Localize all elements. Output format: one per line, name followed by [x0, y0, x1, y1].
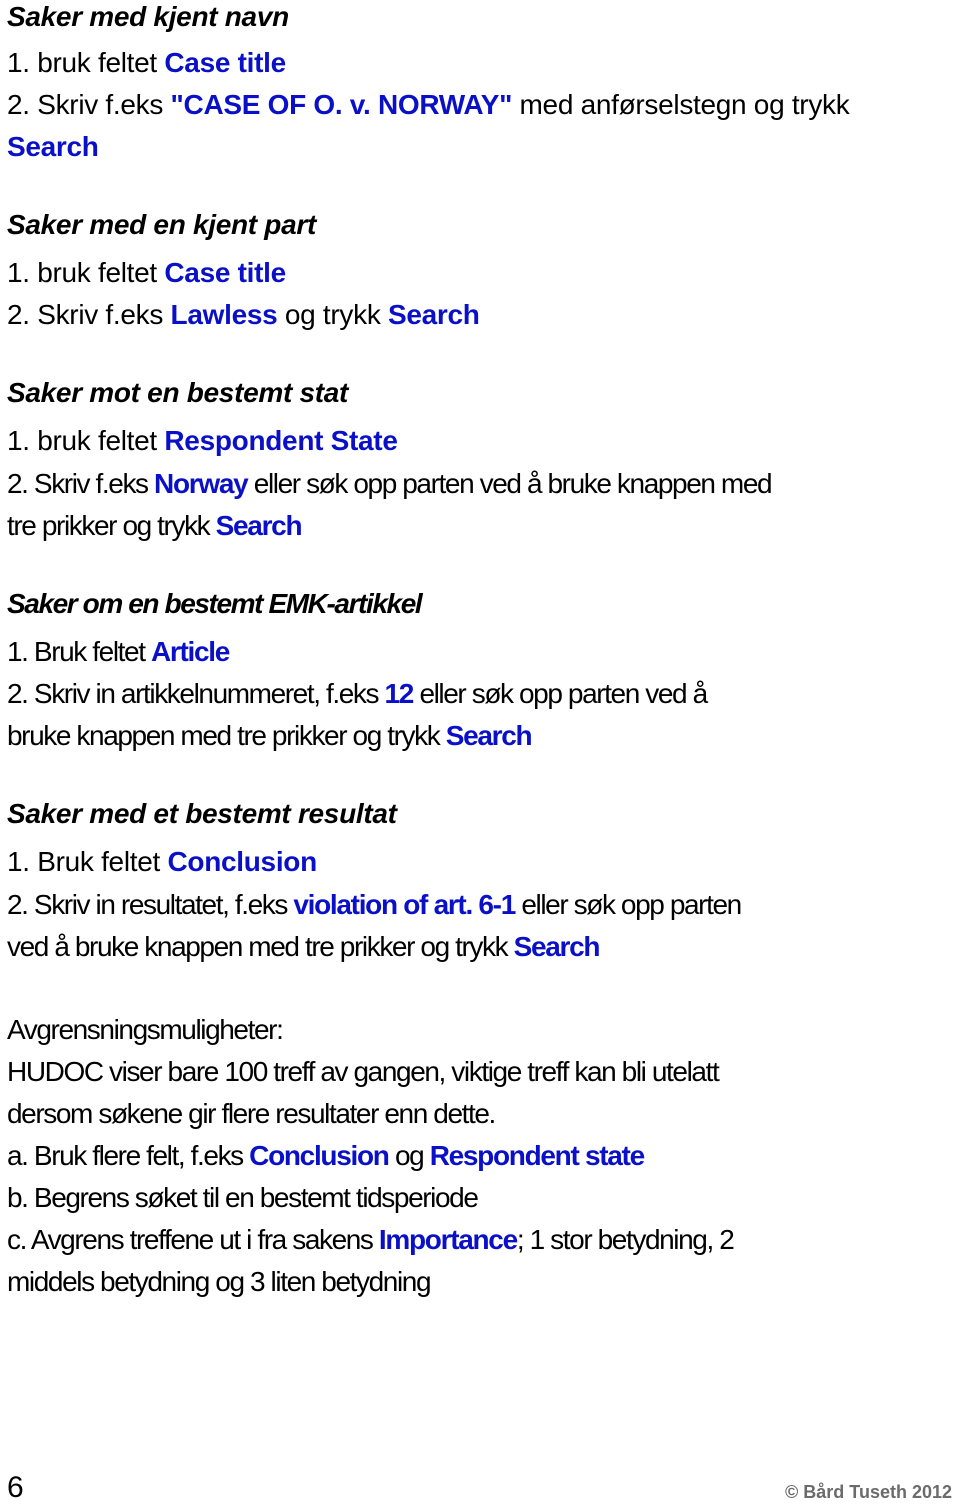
section-heading: Saker med kjent navn	[7, 1, 289, 32]
instruction-line: tre prikker og trykk Search	[7, 505, 303, 547]
text-run: eller søk opp parten	[514, 889, 742, 920]
text-run: ; 1 stor betydning, 2	[516, 1224, 735, 1255]
field-name-highlight: Norway	[154, 468, 249, 499]
text-run: og	[388, 1140, 430, 1171]
text-run: ved å bruke knappen med tre prikker og t…	[7, 931, 514, 962]
instruction-line: 2. Skriv f.eks Lawless og trykk Search	[7, 294, 480, 336]
text-run: b. Begrens søket til en bestemt tidsperi…	[7, 1182, 479, 1213]
text-run: bruke knappen med tre prikker og trykk	[7, 720, 446, 751]
instruction-line: 1. bruk feltet Case title	[7, 42, 286, 84]
limits-line: b. Begrens søket til en bestemt tidsperi…	[7, 1177, 479, 1219]
copyright-notice: © Bård Tuseth 2012	[785, 1482, 952, 1502]
instruction-line: 2. Skriv f.eks "CASE OF O. v. NORWAY" me…	[7, 84, 850, 126]
instruction-line: 1. Bruk feltet Article	[7, 631, 230, 673]
instruction-line: Search	[7, 126, 99, 168]
text-run: tre prikker og trykk	[7, 510, 216, 541]
instruction-line: 2. Skriv f.eks Norway eller søk opp part…	[7, 463, 773, 505]
text-run: 1. bruk feltet	[7, 425, 165, 456]
instruction-line: 1. Bruk feltet Conclusion	[7, 841, 317, 883]
section-heading: Saker mot en bestemt stat	[7, 377, 349, 408]
text-run: 2. Skriv f.eks	[7, 89, 171, 120]
field-name-highlight: Search	[215, 510, 303, 541]
field-name-highlight: 12	[384, 678, 415, 709]
section-heading: Saker med et bestemt resultat	[7, 798, 397, 829]
instruction-line: 1. bruk feltet Case title	[7, 252, 286, 294]
field-name-highlight: "CASE OF O. v. NORWAY"	[170, 89, 513, 120]
field-name-highlight: Article	[150, 636, 230, 667]
text-run: middels betydning og 3 liten betydning	[7, 1266, 432, 1297]
field-name-highlight: Respondent state	[429, 1140, 645, 1171]
limits-line: middels betydning og 3 liten betydning	[7, 1261, 432, 1303]
field-name-highlight: Search	[513, 931, 601, 962]
field-name-highlight: Conclusion	[167, 846, 317, 877]
limits-line: dersom søkene gir flere resultater enn d…	[7, 1093, 496, 1135]
field-name-highlight: violation of art. 6-1	[293, 889, 516, 920]
text-run: eller søk opp parten ved å bruke knappen…	[247, 468, 773, 499]
text-run: eller søk opp parten ved å	[413, 678, 708, 709]
text-run: og trykk	[277, 299, 388, 330]
text-run: c. Avgrens treffene ut i fra sakens	[7, 1224, 379, 1255]
text-run: 2. Skriv in resultatet, f.eks	[7, 889, 294, 920]
field-name-highlight: Lawless	[170, 299, 278, 330]
field-name-highlight: Case title	[164, 257, 286, 288]
text-run: 1. bruk feltet	[7, 257, 165, 288]
section-heading: Saker med en kjent part	[7, 209, 317, 240]
text-run: Avgrensningsmuligheter:	[7, 1014, 284, 1045]
instruction-line: 2. Skriv in resultatet, f.eks violation …	[7, 884, 742, 926]
section-heading: Saker om en bestemt EMK-artikkel	[7, 588, 423, 619]
field-name-highlight: Search	[388, 299, 480, 330]
limits-line: HUDOC viser bare 100 treff av gangen, vi…	[7, 1051, 720, 1093]
text-run: HUDOC viser bare 100 treff av gangen, vi…	[7, 1056, 720, 1087]
text-run: 2. Skriv in artikkelnummeret, f.eks	[7, 678, 385, 709]
text-run: 1. bruk feltet	[7, 47, 165, 78]
text-run: dersom søkene gir flere resultater enn d…	[7, 1098, 496, 1129]
page-number: 6	[7, 1471, 24, 1504]
field-name-highlight: Importance	[378, 1224, 518, 1255]
text-run: 1. Bruk feltet	[7, 636, 151, 667]
limits-line: c. Avgrens treffene ut i fra sakens Impo…	[7, 1219, 735, 1261]
instruction-line: bruke knappen med tre prikker og trykk S…	[7, 715, 533, 757]
instruction-line: 2. Skriv in artikkelnummeret, f.eks 12 e…	[7, 673, 708, 715]
field-name-highlight: Case title	[164, 47, 286, 78]
text-run: 1. Bruk feltet	[7, 846, 168, 877]
instruction-line: ved å bruke knappen med tre prikker og t…	[7, 926, 601, 968]
field-name-highlight: Conclusion	[249, 1140, 390, 1171]
field-name-highlight: Search	[7, 131, 99, 162]
field-name-highlight: Respondent State	[164, 425, 398, 456]
limits-heading: Avgrensningsmuligheter:	[7, 1009, 284, 1051]
field-name-highlight: Search	[445, 720, 533, 751]
text-run: med anførselstegn og trykk	[512, 89, 850, 120]
text-run: 2. Skriv f.eks	[7, 468, 155, 499]
instruction-line: 1. bruk feltet Respondent State	[7, 420, 398, 462]
text-run: a. Bruk flere felt, f.eks	[7, 1140, 250, 1171]
limits-line: a. Bruk flere felt, f.eks Conclusion og …	[7, 1135, 645, 1177]
text-run: 2. Skriv f.eks	[7, 299, 171, 330]
